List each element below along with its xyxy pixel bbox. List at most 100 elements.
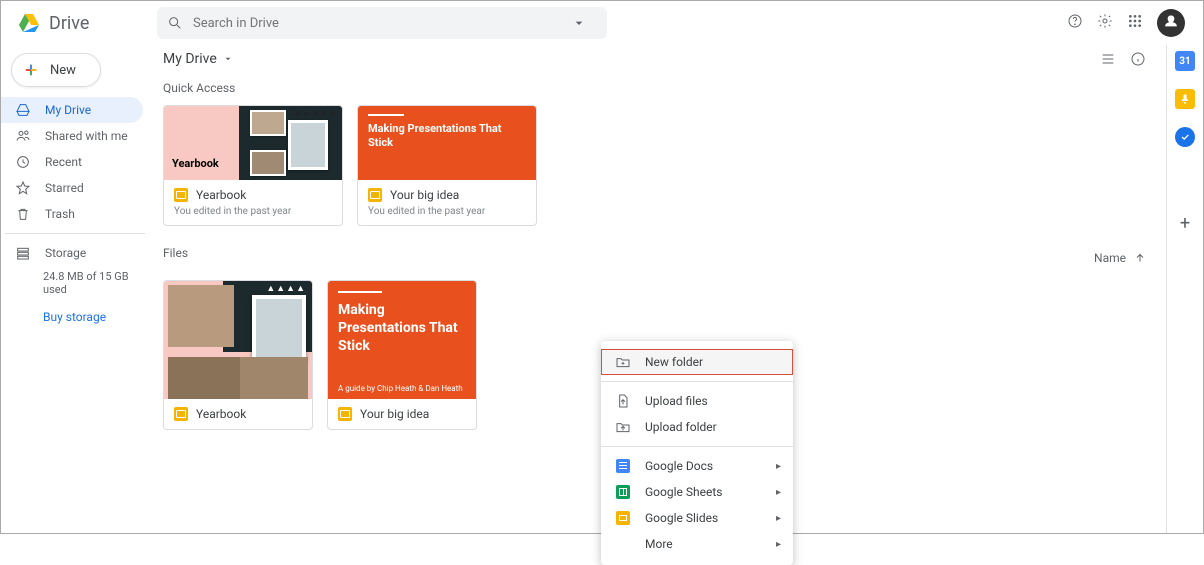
slides-icon	[368, 188, 382, 202]
menu-label: New folder	[645, 355, 703, 369]
my-drive-icon	[15, 102, 31, 118]
menu-label: More	[645, 537, 673, 551]
breadcrumb[interactable]: My Drive	[163, 51, 1146, 67]
new-button[interactable]: New	[11, 53, 101, 87]
upload-folder-icon	[615, 419, 631, 435]
settings-icon[interactable]	[1097, 13, 1113, 33]
sheets-icon	[616, 485, 630, 499]
sidebar-item-storage[interactable]: Storage	[1, 240, 143, 266]
quick-access-label: Quick Access	[163, 81, 1146, 95]
slides-icon	[338, 407, 352, 421]
files-label: Files	[163, 246, 188, 260]
list-view-icon[interactable]	[1100, 51, 1116, 71]
apps-icon[interactable]	[1127, 13, 1143, 33]
chevron-down-icon	[223, 54, 233, 64]
storage-usage: 24.8 MB of 15 GB used	[1, 266, 149, 300]
card-thumbnail: Making Presentations That Stick	[358, 106, 536, 180]
menu-label: Upload folder	[645, 420, 717, 434]
app-name: Drive	[49, 13, 89, 34]
search-bar[interactable]	[157, 7, 607, 39]
card-subtitle: You edited in the past year	[174, 206, 332, 217]
divider	[601, 446, 793, 447]
quick-access-card[interactable]: Making Presentations That Stick Your big…	[357, 105, 537, 226]
menu-label: Google Sheets	[645, 485, 722, 499]
file-card[interactable]: ▲▲▲▲ Yearbook	[163, 280, 313, 430]
chevron-right-icon: ▸	[776, 513, 781, 524]
sidebar-item-label: Recent	[45, 155, 82, 169]
quick-access-row: ▲▲▲▲▲ Yearbook Yearbook You edited in th…	[163, 105, 1146, 226]
file-card[interactable]: Making Presentations That Stick A guide …	[327, 280, 477, 430]
storage-icon	[15, 245, 31, 261]
side-rail: 31 +	[1167, 45, 1203, 533]
menu-upload-files[interactable]: Upload files	[601, 388, 793, 414]
shared-icon	[15, 128, 31, 144]
search-input[interactable]	[193, 16, 571, 31]
slides-icon	[174, 407, 188, 421]
view-controls	[1100, 51, 1146, 71]
sidebar-item-trash[interactable]: Trash	[1, 201, 143, 227]
slides-icon	[174, 188, 188, 202]
sidebar-item-label: Trash	[45, 207, 75, 221]
menu-label: Google Slides	[645, 511, 718, 525]
docs-icon	[616, 459, 630, 473]
chevron-right-icon: ▸	[776, 539, 781, 550]
sort-control[interactable]: Name	[1094, 251, 1146, 265]
calendar-icon[interactable]: 31	[1175, 51, 1195, 71]
new-button-label: New	[50, 63, 76, 78]
logo-area[interactable]: Drive	[9, 11, 157, 35]
file-thumbnail: ▲▲▲▲	[164, 281, 312, 399]
sidebar-item-shared[interactable]: Shared with me	[1, 123, 143, 149]
divider	[5, 233, 145, 234]
folder-plus-icon	[615, 354, 631, 370]
recent-icon	[15, 154, 31, 170]
sidebar-item-label: Shared with me	[45, 129, 128, 143]
trash-icon	[15, 206, 31, 222]
menu-upload-folder[interactable]: Upload folder	[601, 414, 793, 440]
search-dropdown-icon[interactable]	[571, 15, 587, 31]
card-title: Yearbook	[196, 188, 246, 202]
card-thumbnail: ▲▲▲▲▲ Yearbook	[164, 106, 342, 180]
details-icon[interactable]	[1130, 51, 1146, 71]
add-app-icon[interactable]: +	[1180, 213, 1190, 234]
quick-access-card[interactable]: ▲▲▲▲▲ Yearbook Yearbook You edited in th…	[163, 105, 343, 226]
arrow-up-icon	[1134, 252, 1146, 264]
breadcrumb-label: My Drive	[163, 51, 217, 67]
menu-new-folder[interactable]: New folder	[601, 349, 793, 375]
chevron-right-icon: ▸	[776, 461, 781, 472]
sidebar-item-label: Storage	[45, 246, 86, 260]
sidebar-item-my-drive[interactable]: My Drive	[1, 97, 143, 123]
thumb-subtext: A guide by Chip Heath & Dan Heath	[338, 384, 463, 393]
sidebar-item-label: Starred	[45, 181, 84, 195]
help-icon[interactable]	[1067, 13, 1083, 33]
sidebar-item-recent[interactable]: Recent	[1, 149, 143, 175]
context-menu: New folder Upload files Upload folder Go…	[601, 341, 793, 565]
menu-label: Google Docs	[645, 459, 713, 473]
menu-google-docs[interactable]: Google Docs ▸	[601, 453, 793, 479]
thumb-text: Yearbook	[172, 157, 219, 170]
sort-label: Name	[1094, 251, 1126, 265]
upload-file-icon	[615, 393, 631, 409]
menu-google-sheets[interactable]: Google Sheets ▸	[601, 479, 793, 505]
file-thumbnail: Making Presentations That Stick A guide …	[328, 281, 476, 399]
file-title: Your big idea	[360, 407, 429, 421]
keep-icon[interactable]	[1175, 89, 1195, 109]
slides-icon	[616, 511, 630, 525]
chevron-right-icon: ▸	[776, 487, 781, 498]
drive-logo-icon	[17, 11, 41, 35]
sidebar-item-label: My Drive	[45, 103, 91, 117]
header-actions	[1067, 9, 1195, 37]
sidebar: New My Drive Shared with me Recent Starr…	[1, 45, 149, 533]
file-title: Yearbook	[196, 407, 246, 421]
account-avatar[interactable]	[1157, 9, 1185, 37]
thumb-text: Making Presentations That Stick	[338, 301, 466, 356]
thumb-text: Making Presentations That Stick	[368, 122, 526, 151]
menu-more[interactable]: More ▸	[601, 531, 793, 557]
menu-google-slides[interactable]: Google Slides ▸	[601, 505, 793, 531]
buy-storage-link[interactable]: Buy storage	[1, 300, 149, 324]
header: Drive	[1, 1, 1203, 45]
search-icon	[167, 15, 183, 31]
sidebar-item-starred[interactable]: Starred	[1, 175, 143, 201]
tasks-icon[interactable]	[1175, 127, 1195, 147]
plus-icon	[22, 61, 40, 79]
menu-label: Upload files	[645, 394, 708, 408]
